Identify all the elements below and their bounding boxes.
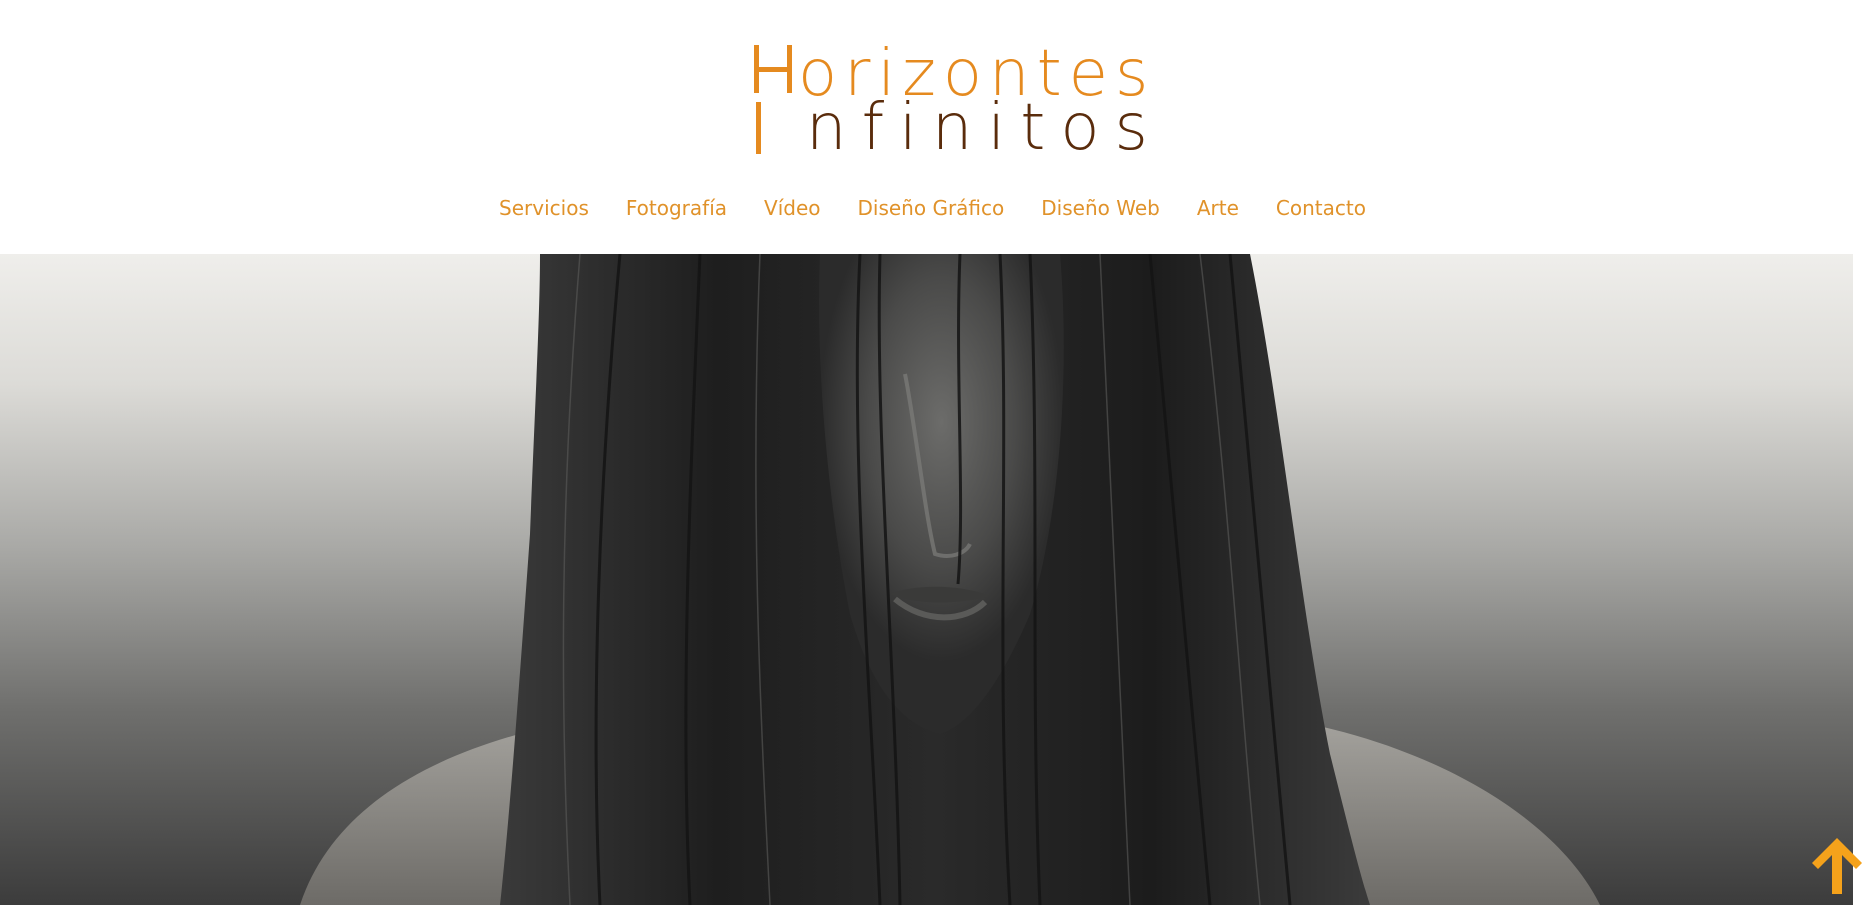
nav-item-servicios[interactable]: Servicios [499, 196, 589, 220]
nav-item-fotografia[interactable]: Fotografía [626, 196, 727, 220]
main-nav: Servicios Fotografía Vídeo Diseño Gráfic… [0, 196, 1870, 220]
nav-item-contacto[interactable]: Contacto [1276, 196, 1366, 220]
nav-item-arte[interactable]: Arte [1197, 196, 1239, 220]
logo-h-glyph [750, 45, 796, 95]
arrow-up-icon [1812, 838, 1862, 894]
logo-line-2: nfinitos [806, 91, 1163, 165]
nav-item-diseno-grafico[interactable]: Diseño Gráfico [858, 196, 1005, 220]
nav-item-diseno-web[interactable]: Diseño Web [1041, 196, 1160, 220]
hero-image [0, 254, 1853, 905]
nav-item-video[interactable]: Vídeo [764, 196, 820, 220]
logo-vertical-bar [756, 102, 761, 154]
page: orizontes nfinitos Servicios Fotografía … [0, 0, 1870, 905]
back-to-top-button[interactable] [1808, 834, 1866, 896]
hero-portrait-illustration [0, 254, 1853, 905]
site-logo[interactable]: orizontes nfinitos [750, 42, 1148, 160]
